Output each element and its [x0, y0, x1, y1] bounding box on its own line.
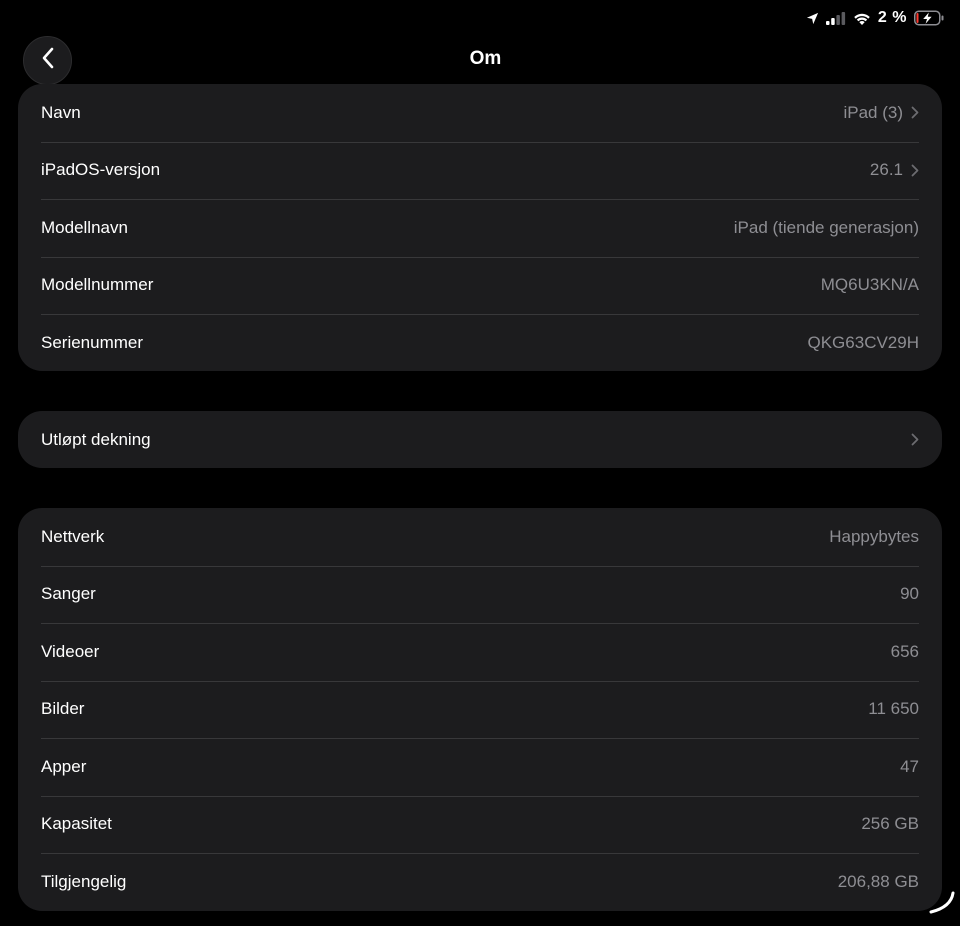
- row-label: Serienummer: [41, 332, 144, 352]
- page-title: Om: [469, 48, 502, 69]
- about-screen: 2 % Om Navn iPad (3) iPadOS-versjon 26.1…: [0, 0, 960, 926]
- row-photos: Bilder 11 650: [18, 680, 942, 739]
- chevron-right-icon: [911, 433, 919, 446]
- chevron-right-icon: [911, 164, 919, 177]
- row-value: 206,88 GB: [837, 871, 919, 891]
- row-value: 47: [900, 756, 919, 776]
- row-label: Tilgjengelig: [41, 871, 127, 891]
- battery-percent: 2 %: [877, 9, 907, 26]
- row-network: Nettverk Happybytes: [18, 508, 942, 566]
- row-value: 256 GB: [861, 814, 919, 834]
- row-value: MQ6U3KN/A: [820, 275, 919, 295]
- row-label: Nettverk: [41, 526, 105, 546]
- status-bar: 2 %: [806, 6, 944, 30]
- row-videos: Videoer 656: [18, 623, 942, 681]
- row-songs: Sanger 90: [18, 565, 942, 624]
- location-arrow-icon: [806, 12, 819, 25]
- row-label: iPadOS-versjon: [41, 160, 161, 180]
- cellular-signal-icon: [825, 11, 846, 25]
- row-label: Utløpt dekning: [41, 429, 151, 449]
- row-model-name: Modellnavn iPad (tiende generasjon): [18, 199, 942, 257]
- row-label: Sanger: [41, 584, 96, 604]
- row-value: 90: [900, 584, 919, 604]
- row-value: 26.1: [869, 160, 903, 180]
- row-value: iPad (tiende generasjon): [733, 217, 919, 237]
- screen-corner-arc: [928, 891, 956, 920]
- row-name[interactable]: Navn iPad (3): [18, 84, 942, 142]
- row-model-number: Modellnummer MQ6U3KN/A: [18, 256, 942, 315]
- row-value: iPad (3): [843, 102, 903, 122]
- row-label: Modellnummer: [41, 275, 154, 295]
- row-value: 656: [890, 641, 919, 661]
- row-os-version[interactable]: iPadOS-versjon 26.1: [18, 141, 942, 200]
- row-value: Happybytes: [829, 526, 919, 546]
- battery-charging-icon: [914, 10, 944, 26]
- row-apps: Apper 47: [18, 738, 942, 796]
- row-value: QKG63CV29H: [807, 332, 920, 352]
- about-info-group: Navn iPad (3) iPadOS-versjon 26.1 Modell…: [18, 84, 942, 371]
- row-label: Navn: [41, 102, 81, 122]
- row-label: Modellnavn: [41, 217, 128, 237]
- row-value: 11 650: [868, 699, 919, 719]
- row-label: Bilder: [41, 699, 85, 719]
- chevron-right-icon: [911, 106, 919, 119]
- wifi-icon: [853, 12, 871, 25]
- device-stats-group: Nettverk Happybytes Sanger 90 Videoer 65…: [18, 508, 942, 911]
- row-label: Videoer: [41, 641, 100, 661]
- row-serial-number: Serienummer QKG63CV29H: [18, 314, 942, 371]
- coverage-group: Utløpt dekning: [18, 411, 942, 468]
- row-capacity: Kapasitet 256 GB: [18, 795, 942, 854]
- row-label: Apper: [41, 756, 87, 776]
- row-label: Kapasitet: [41, 814, 112, 834]
- row-expired-coverage[interactable]: Utløpt dekning: [18, 411, 942, 468]
- row-available: Tilgjengelig 206,88 GB: [18, 853, 942, 911]
